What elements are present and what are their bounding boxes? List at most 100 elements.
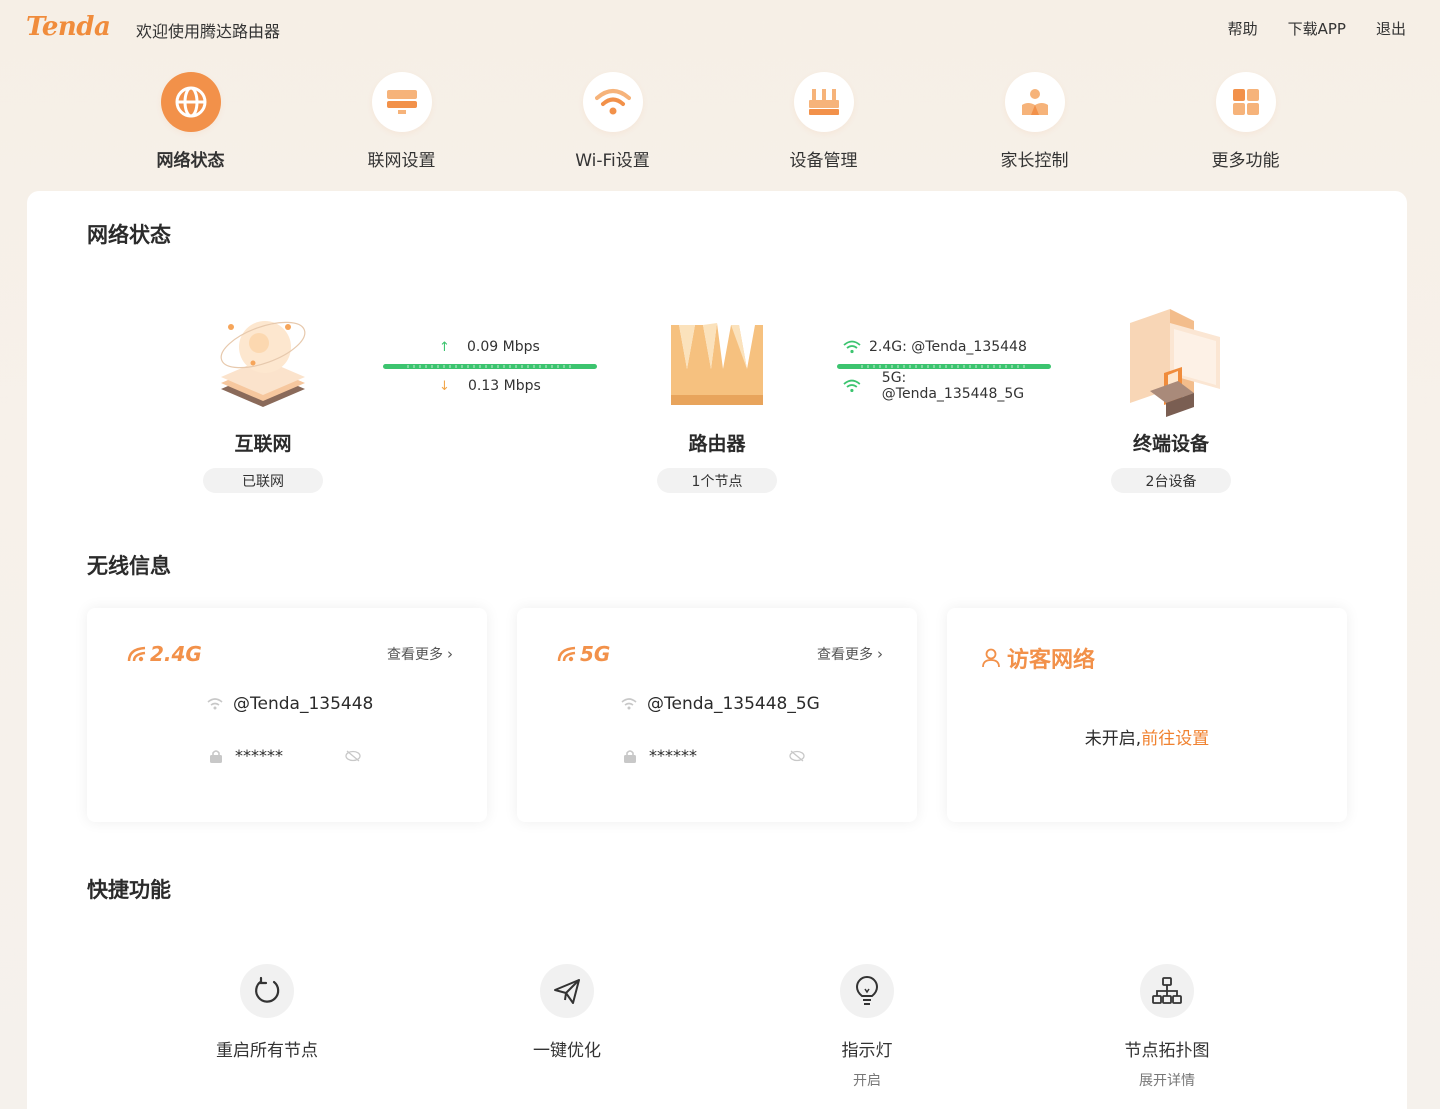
light-bulb-icon [840, 964, 894, 1018]
wifi-icon [843, 379, 861, 393]
download-speed: 0.13 Mbps [468, 378, 541, 394]
wifi-link: 2.4G: @Tenda_135448 5G: @Tenda_135448_5G [837, 338, 1051, 402]
top-links: 帮助 下载APP 退出 [1228, 18, 1406, 39]
grid-icon [1215, 72, 1276, 132]
terminals-label: 终端设备 [1132, 433, 1209, 455]
quick-functions-title: 快捷功能 [87, 878, 171, 902]
quick-label: 节点拓扑图 [1124, 1041, 1210, 1061]
wifi-24-ssid: 2.4G: @Tenda_135448 [869, 339, 1027, 355]
internet-label: 互联网 [234, 433, 292, 455]
restart-all-nodes-button[interactable]: 重启所有节点 [167, 964, 367, 1061]
nav-label: Wi-Fi设置 [575, 151, 650, 171]
wifi-24-card: 2.4G 查看更多 › @Tenda_135448 ****** [87, 608, 487, 822]
nav-label: 更多功能 [1211, 151, 1280, 171]
arrow-down-icon: ↓ [439, 378, 450, 394]
terminals-node[interactable]: 终端设备 2台设备 [1101, 303, 1241, 493]
download-row: ↓ 0.13 Mbps [383, 377, 597, 395]
password-5-text: ****** [649, 746, 697, 765]
password-5-row: ****** [623, 746, 805, 765]
chevron-right-icon: › [877, 645, 883, 663]
paper-plane-icon [540, 964, 594, 1018]
guest-title-text: 访客网络 [1007, 648, 1096, 673]
nav-label: 家长控制 [1000, 151, 1069, 171]
band-24-text: 2.4G [150, 642, 202, 666]
help-link[interactable]: 帮助 [1228, 18, 1258, 39]
wifi-icon [207, 698, 223, 710]
network-status-title: 网络状态 [87, 223, 171, 247]
wifi-5-row: 5G: @Tenda_135448_5G [837, 370, 1051, 402]
quick-label: 重启所有节点 [216, 1041, 318, 1061]
upload-row: ↑ 0.09 Mbps [383, 338, 597, 356]
eye-hidden-icon[interactable] [789, 750, 805, 762]
topology-icon [1140, 964, 1194, 1018]
lock-icon [624, 749, 636, 763]
main-nav: 网络状态 联网设置 Wi-Fi设置 设备管理 家长控制 更多功能 [85, 72, 1355, 172]
quick-sub: 展开详情 [1139, 1073, 1195, 1089]
guest-status-text: 未开启, [1084, 729, 1142, 749]
wifi-icon [582, 72, 643, 132]
band-5-label: 5G [557, 642, 610, 666]
welcome-text: 欢迎使用腾达路由器 [136, 22, 281, 41]
wireless-info-title: 无线信息 [87, 554, 171, 578]
wifi-icon [843, 340, 861, 354]
nav-label: 设备管理 [789, 151, 858, 171]
main-panel: 网络状态 互联网 已联网 ↑ 0.09 Mbps ↓ 0.13 Mbps 路由器… [27, 191, 1407, 1109]
header: Tenda 欢迎使用腾达路由器 帮助 下载APP 退出 [0, 0, 1440, 56]
indicator-light-button[interactable]: 指示灯 开启 [767, 964, 967, 1090]
nav-label: 联网设置 [367, 151, 436, 171]
view-more-5-link[interactable]: 查看更多 › [817, 644, 883, 664]
view-more-24-link[interactable]: 查看更多 › [387, 644, 453, 664]
download-app-link[interactable]: 下载APP [1288, 18, 1346, 39]
wifi-icon [621, 698, 637, 710]
wifi-link-bar [837, 364, 1051, 369]
internet-node[interactable]: 互联网 已联网 [193, 309, 333, 493]
nav-parental-control[interactable]: 家长控制 [929, 72, 1140, 172]
quick-label: 指示灯 [841, 1041, 893, 1061]
quick-label: 一键优化 [533, 1041, 601, 1061]
nav-internet-settings[interactable]: 联网设置 [296, 72, 507, 172]
guest-user-icon [982, 648, 1000, 668]
nav-more-features[interactable]: 更多功能 [1140, 72, 1351, 172]
nav-label: 网络状态 [156, 151, 225, 171]
traffic-link: ↑ 0.09 Mbps ↓ 0.13 Mbps [383, 338, 597, 395]
internet-illustration [220, 321, 306, 407]
tenda-logo[interactable]: Tenda [26, 12, 111, 42]
router-icon [793, 72, 854, 132]
logout-link[interactable]: 退出 [1376, 18, 1406, 39]
parent-icon [1004, 72, 1065, 132]
nav-device-management[interactable]: 设备管理 [718, 72, 929, 172]
router-label: 路由器 [688, 433, 746, 455]
monitor-icon [371, 72, 432, 132]
ssid-24-text: @Tenda_135448 [233, 694, 374, 714]
guest-settings-link[interactable]: 前往设置 [1141, 729, 1209, 749]
band-24-label: 2.4G [127, 642, 202, 666]
ssid-5-text: @Tenda_135448_5G [647, 694, 820, 714]
restart-icon [240, 964, 294, 1018]
password-24-text: ****** [235, 746, 283, 765]
lock-icon [210, 749, 222, 763]
signal-icon [557, 646, 576, 662]
wifi-5-card: 5G 查看更多 › @Tenda_135448_5G ****** [517, 608, 917, 822]
internet-status-badge: 已联网 [203, 468, 323, 493]
view-more-label: 查看更多 [817, 647, 873, 663]
wifi-5-ssid: 5G: @Tenda_135448_5G [881, 370, 1025, 402]
node-topology-button[interactable]: 节点拓扑图 展开详情 [1067, 964, 1267, 1090]
guest-status: 未开启,前往设置 [947, 724, 1347, 749]
nav-network-status[interactable]: 网络状态 [85, 72, 296, 172]
wifi-24-row: 2.4G: @Tenda_135448 [837, 338, 1051, 356]
terminals-status-badge: 2台设备 [1111, 468, 1231, 493]
eye-hidden-icon[interactable] [345, 750, 361, 762]
upload-speed: 0.09 Mbps [467, 339, 540, 355]
one-click-optimize-button[interactable]: 一键优化 [467, 964, 667, 1061]
quick-sub: 开启 [853, 1073, 881, 1089]
router-node[interactable]: 路由器 1个节点 [647, 309, 787, 493]
band-5-text: 5G [580, 642, 611, 666]
arrow-up-icon: ↑ [439, 339, 450, 355]
nav-wifi-settings[interactable]: Wi-Fi设置 [507, 72, 718, 172]
ssid-5-row: @Tenda_135448_5G [621, 694, 820, 714]
view-more-label: 查看更多 [387, 647, 443, 663]
router-illustration [671, 323, 763, 405]
devices-illustration [1130, 309, 1220, 417]
ssid-24-row: @Tenda_135448 [207, 694, 373, 714]
router-status-badge: 1个节点 [657, 468, 777, 493]
